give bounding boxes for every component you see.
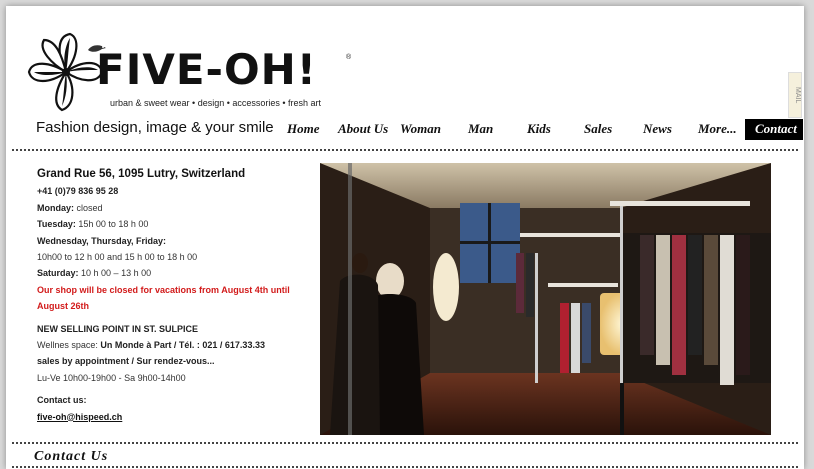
shop-phone: +41 (0)79 836 95 28 xyxy=(37,186,119,197)
nav-about-us[interactable]: About Us xyxy=(338,121,388,137)
page: FIVE-OH! ® urban & sweet wear • design •… xyxy=(6,6,804,469)
shop-interior-photo xyxy=(320,163,771,435)
nav-more[interactable]: More... xyxy=(698,121,737,137)
footer-divider xyxy=(12,442,798,444)
nav-home[interactable]: Home xyxy=(287,121,320,137)
nav-woman[interactable]: Woman xyxy=(400,121,441,137)
nav-news[interactable]: News xyxy=(643,121,672,137)
nav-kids[interactable]: Kids xyxy=(527,121,551,137)
side-mail-tab[interactable]: MAIL xyxy=(788,72,802,118)
shop-info: Grand Rue 56, 1095 Lutry, Switzerland +4… xyxy=(37,166,307,425)
selling-point-title: NEW SELLING POINT IN ST. SULPICE xyxy=(37,323,199,334)
vacation-notice: Our shop will be closed for vacations fr… xyxy=(37,284,290,312)
brand-logo[interactable]: FIVE-OH! ® urban & sweet wear • design •… xyxy=(24,28,354,118)
site-slogan: Fashion design, image & your smile xyxy=(36,119,274,136)
shop-address: Grand Rue 56, 1095 Lutry, Switzerland xyxy=(37,168,246,180)
contact-us-heading[interactable]: Contact Us xyxy=(34,449,108,465)
logo-tagline: urban & sweet wear • design • accessorie… xyxy=(110,98,322,108)
nav-man[interactable]: Man xyxy=(468,121,493,137)
bird-icon xyxy=(88,45,106,52)
header-divider xyxy=(12,149,798,151)
nav-sales[interactable]: Sales xyxy=(584,121,612,137)
nav-contact[interactable]: Contact xyxy=(745,119,803,140)
logo-text: FIVE-OH! xyxy=(96,45,317,94)
email-link[interactable]: five-oh@hispeed.ch xyxy=(37,412,122,422)
